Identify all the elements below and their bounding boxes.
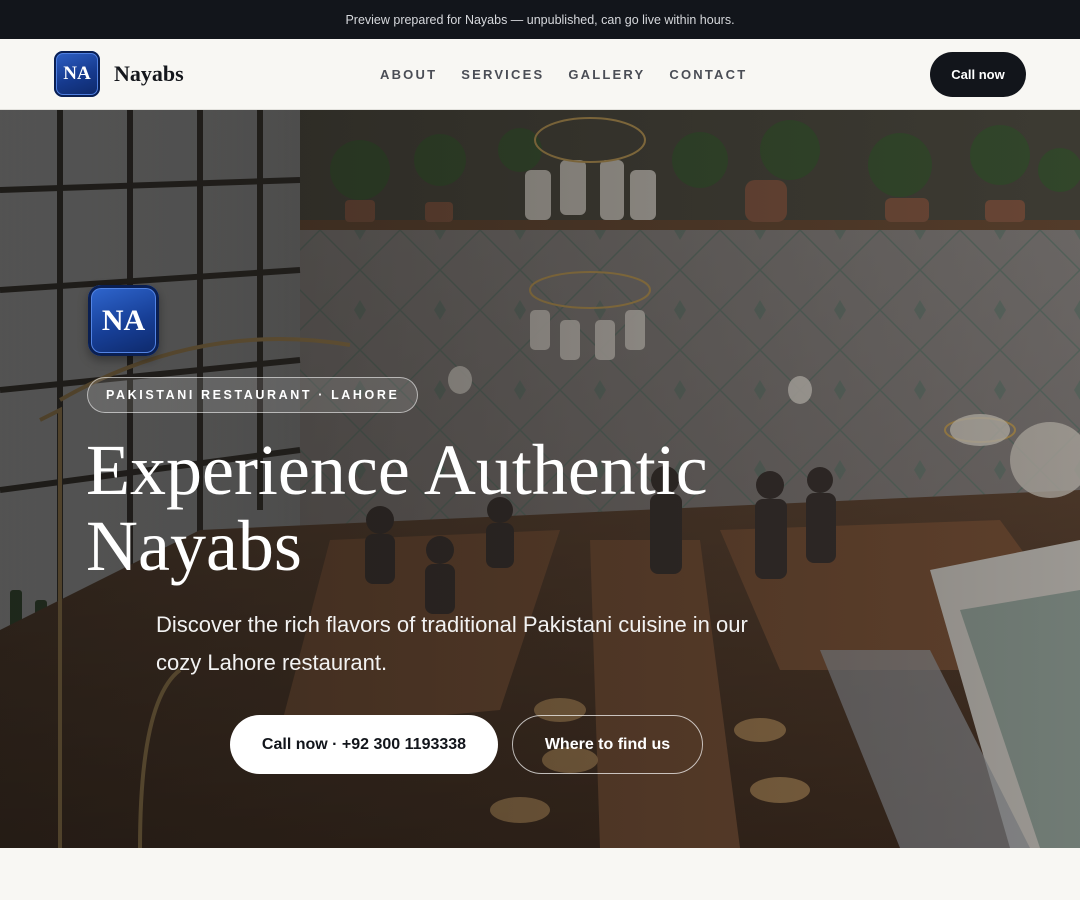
- hero-section: NA PAKISTANI RESTAURANT · LAHORE Experie…: [0, 110, 1080, 848]
- preview-banner-text: Preview prepared for Nayabs — unpublishe…: [345, 12, 735, 27]
- nav-gallery[interactable]: GALLERY: [568, 67, 645, 82]
- hero-logo-initials: NA: [101, 303, 146, 337]
- hero-subtitle: Discover the rich flavors of traditional…: [156, 612, 748, 675]
- nav-services[interactable]: SERVICES: [461, 67, 544, 82]
- nav-contact[interactable]: CONTACT: [669, 67, 747, 82]
- where-to-find-us-button[interactable]: Where to find us: [512, 715, 703, 774]
- brand-name[interactable]: Nayabs: [114, 61, 184, 87]
- category-tag: PAKISTANI RESTAURANT · LAHORE: [87, 377, 419, 413]
- brand-logo-initials: NA: [63, 63, 91, 84]
- main-nav: ABOUT SERVICES GALLERY CONTACT: [368, 39, 759, 109]
- preview-banner: Preview prepared for Nayabs — unpublishe…: [0, 0, 1080, 39]
- brand[interactable]: NA Nayabs: [54, 51, 184, 97]
- site-header: NA Nayabs ABOUT SERVICES GALLERY CONTACT…: [0, 39, 1080, 110]
- hero-headline: Experience Authentic Nayabs: [86, 430, 708, 586]
- call-now-button[interactable]: Call now · +92 300 1193338: [230, 715, 498, 774]
- hero-logo: NA: [88, 285, 159, 356]
- header-call-button[interactable]: Call now: [930, 52, 1026, 97]
- brand-logo[interactable]: NA: [54, 51, 100, 97]
- nav-about[interactable]: ABOUT: [380, 67, 437, 82]
